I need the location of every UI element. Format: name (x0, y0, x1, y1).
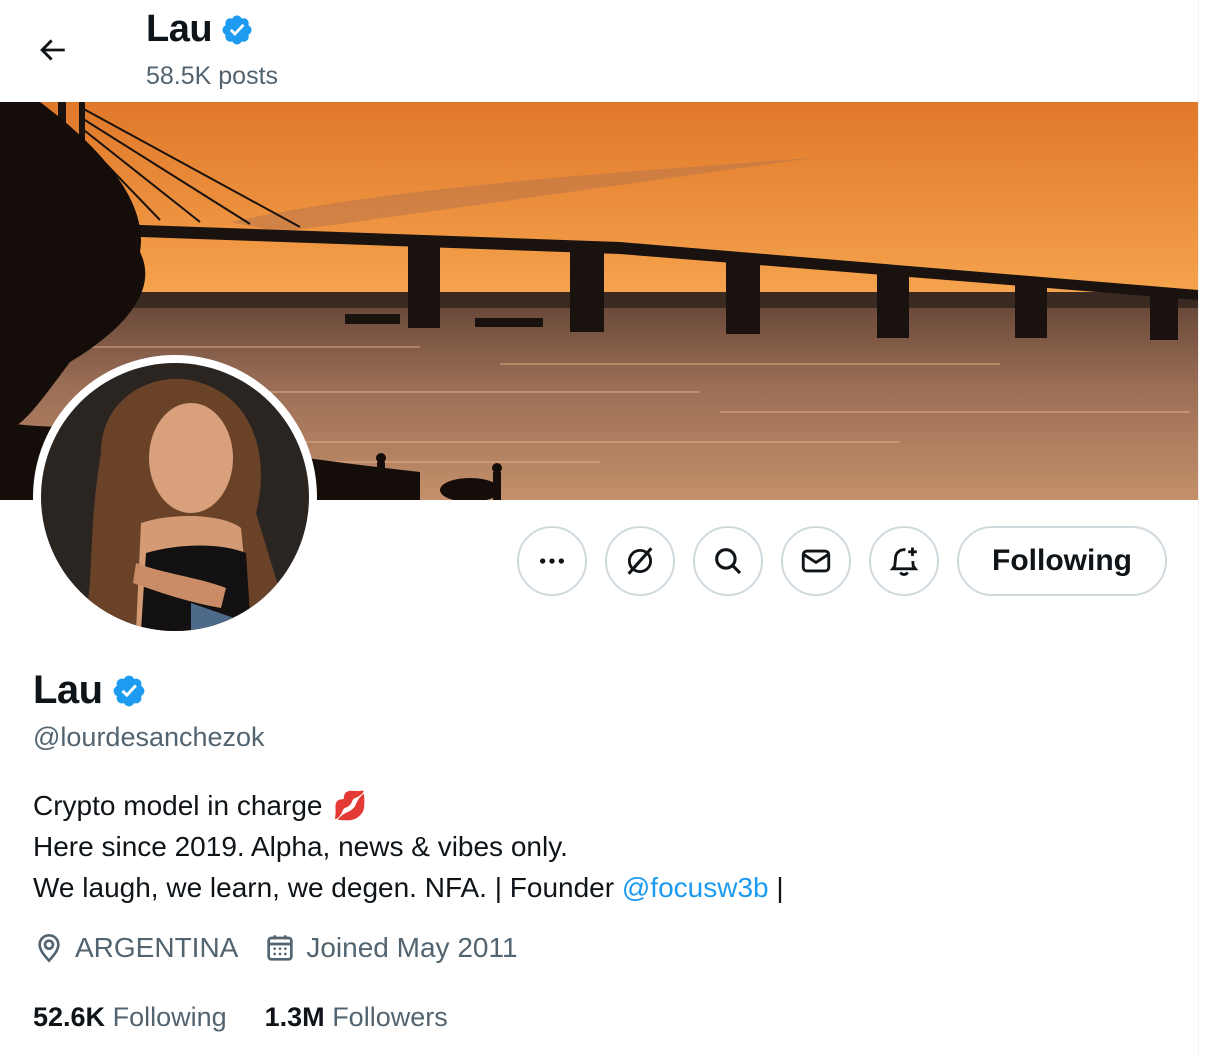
header-post-count: 58.5K posts (146, 62, 279, 90)
mention-link[interactable]: @focusw3b (622, 867, 769, 908)
followers-label: Followers (332, 1002, 448, 1032)
joined-text: Joined May 2011 (306, 932, 518, 963)
search-button[interactable] (693, 526, 763, 596)
verified-badge-icon (222, 14, 252, 45)
profile-meta: ARGENTINA Joined May 2011 (33, 932, 544, 964)
grok-button[interactable] (605, 526, 675, 596)
avatar-frame (33, 355, 317, 639)
notifications-button[interactable] (869, 526, 939, 596)
profile-name-row: Lau (33, 668, 147, 713)
bio-text: Crypto model in charge (33, 790, 323, 821)
profile-handle: @lourdesanchezok (33, 722, 265, 752)
bio-line: Here since 2019. Alpha, news & vibes onl… (33, 826, 784, 867)
profile-bio: Crypto model in charge 💋 Here since 2019… (33, 785, 784, 908)
header-title: Lau (146, 8, 254, 51)
profile-actions: Following (517, 526, 1167, 596)
message-button[interactable] (781, 526, 851, 596)
avatar-image (41, 363, 309, 631)
back-button[interactable] (22, 24, 82, 76)
kiss-emoji: 💋 (332, 790, 368, 821)
verified-badge-icon[interactable] (111, 673, 147, 709)
bell-plus-icon (889, 547, 919, 576)
profile-page: Lau 58.5K posts Following Lau @lourdesan… (0, 0, 1199, 1058)
location-item: ARGENTINA (33, 932, 238, 964)
profile-name: Lau (33, 668, 103, 712)
calendar-icon (267, 935, 294, 961)
profile-header: Lau 58.5K posts (0, 0, 1198, 102)
following-count-link[interactable]: 52.6K Following (33, 1002, 227, 1033)
location-pin-icon (38, 933, 60, 963)
location-text: ARGENTINA (75, 932, 239, 963)
header-name: Lau (146, 8, 213, 50)
more-button[interactable] (517, 526, 587, 596)
avatar[interactable] (41, 363, 309, 631)
bio-line: Crypto model in charge 💋 (33, 785, 784, 826)
search-icon (715, 548, 742, 575)
more-icon (540, 558, 564, 564)
bio-text: Here since 2019. Alpha, news & vibes onl… (33, 831, 568, 862)
bio-line: We laugh, we learn, we degen. NFA. | Fou… (33, 867, 784, 908)
bio-text: | (768, 872, 784, 903)
following-count: 52.6K (33, 1002, 106, 1032)
grok-icon (627, 547, 653, 575)
profile-stats: 52.6K Following 1.3M Followers (33, 1002, 486, 1033)
followers-count: 1.3M (264, 1002, 325, 1032)
arrow-left-icon (40, 39, 65, 61)
bio-text: We laugh, we learn, we degen. NFA. | Fou… (33, 872, 622, 903)
following-label: Following (112, 1002, 227, 1032)
mail-icon (801, 549, 831, 573)
followers-count-link[interactable]: 1.3M Followers (265, 1002, 448, 1033)
following-button[interactable]: Following (957, 526, 1167, 596)
joined-item: Joined May 2011 (264, 932, 518, 964)
